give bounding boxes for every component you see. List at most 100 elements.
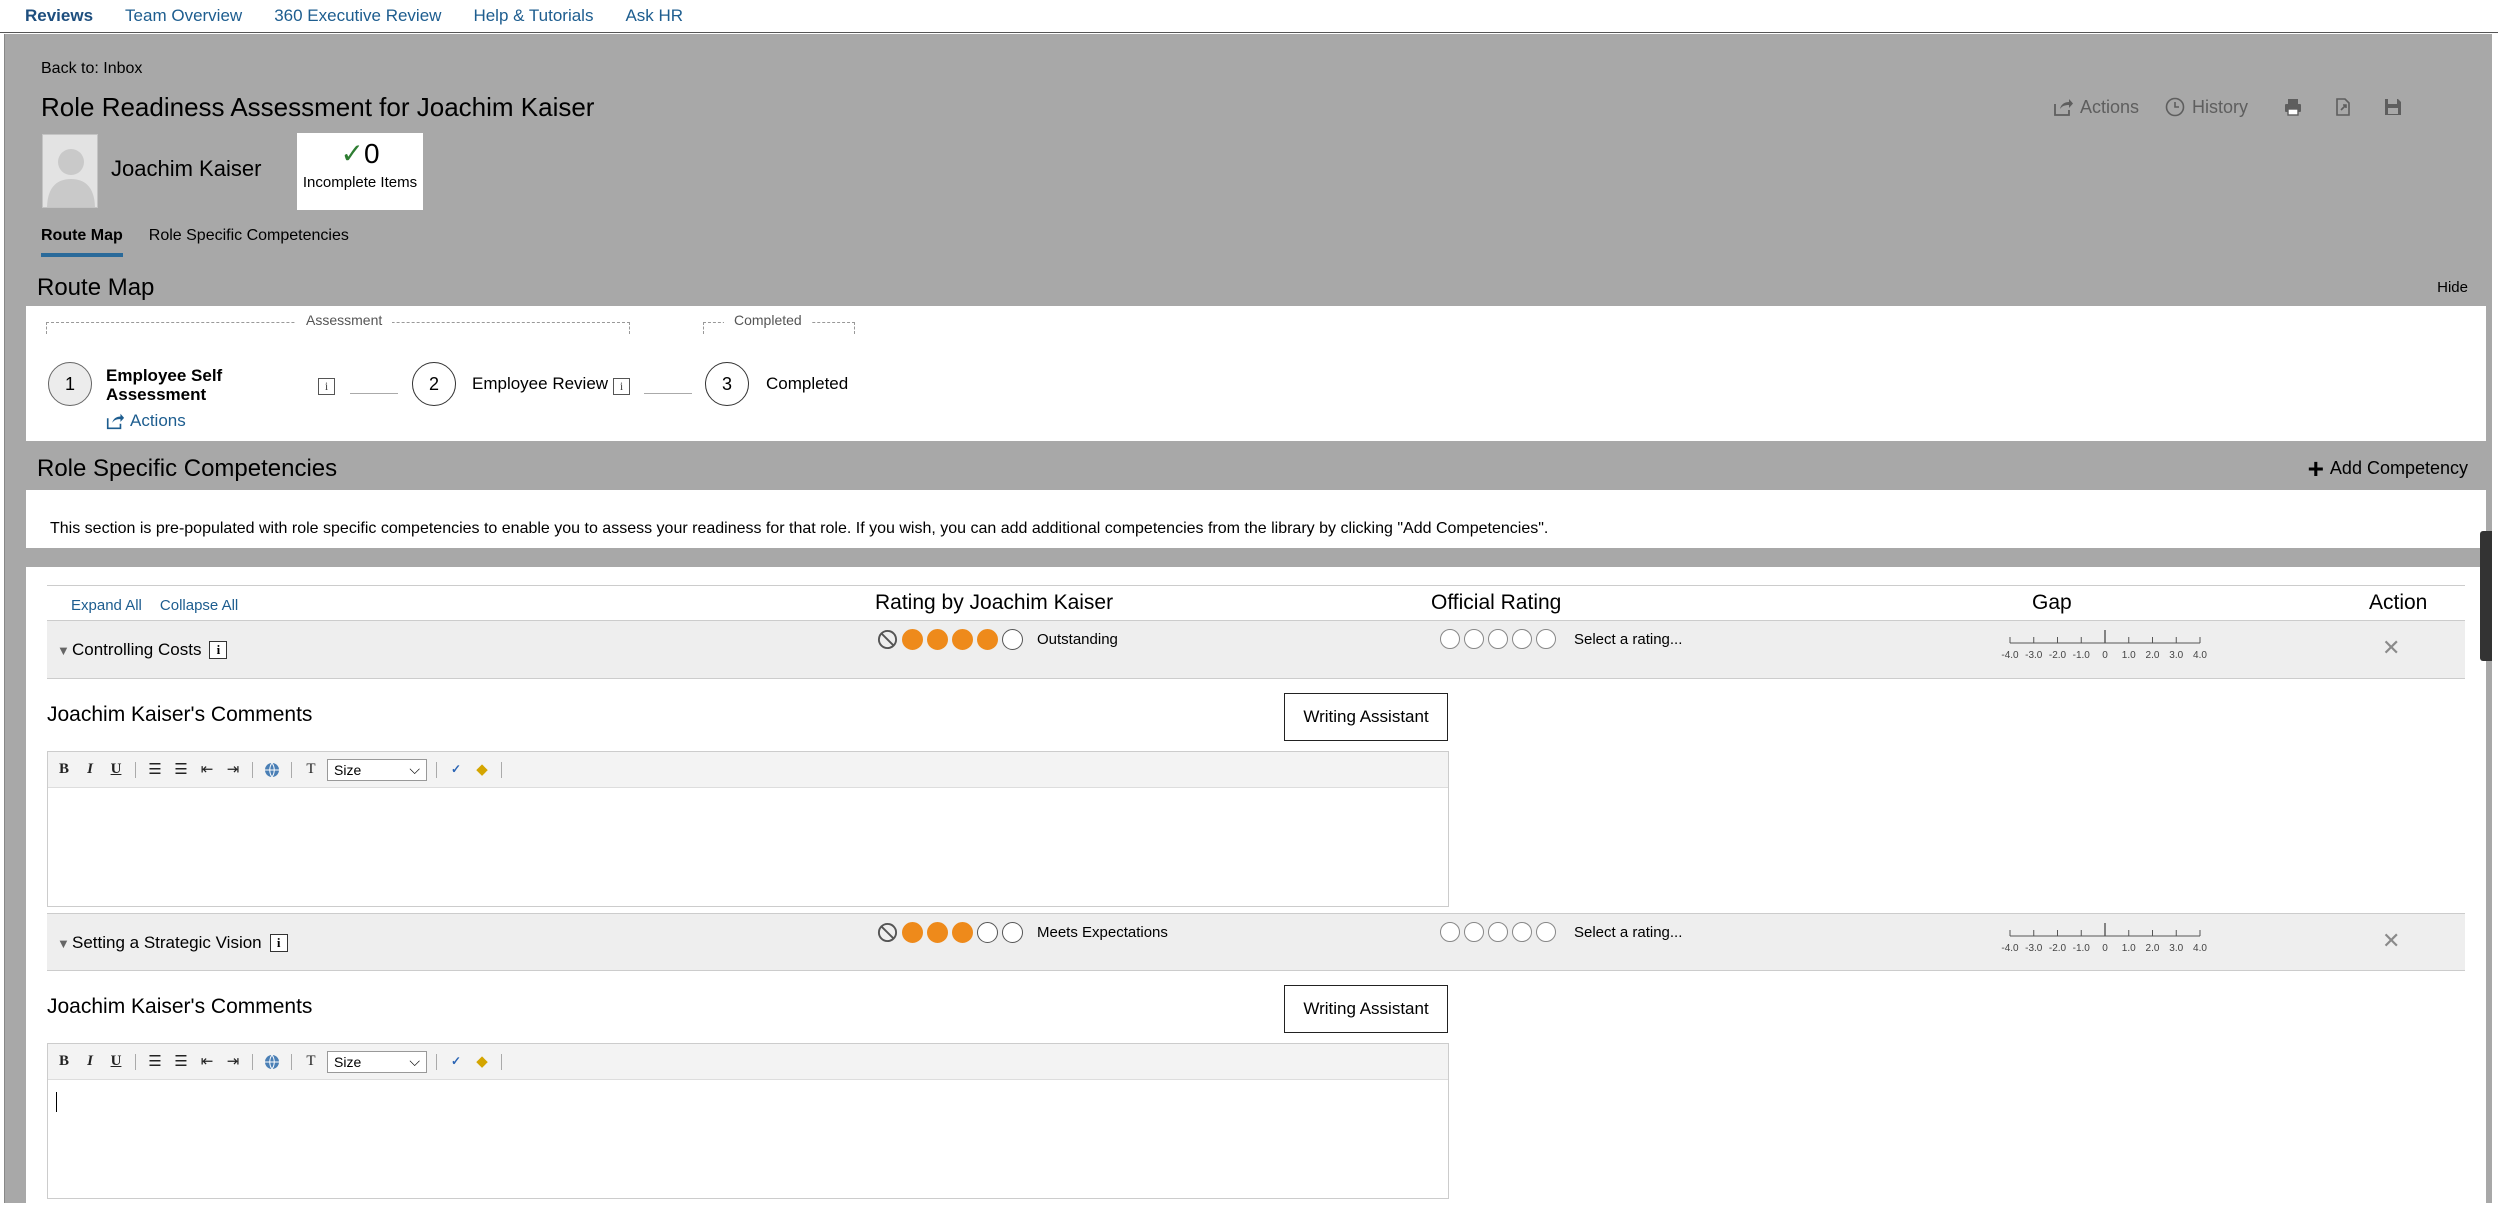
nav-reviews[interactable]: Reviews — [25, 6, 93, 26]
rating-dot[interactable] — [902, 922, 923, 943]
link-globe-icon[interactable] — [262, 760, 282, 780]
bold-icon[interactable]: B — [54, 1052, 74, 1072]
font-size-select[interactable]: Size ⌵ — [327, 758, 427, 781]
tab-route-map[interactable]: Route Map — [41, 227, 123, 257]
spellcheck-icon[interactable]: ✓ — [446, 760, 466, 780]
spellcheck-icon[interactable]: ✓ — [446, 1052, 466, 1072]
numbered-list-icon[interactable]: ☰ — [145, 760, 165, 780]
top-navigation: Reviews Team Overview 360 Executive Revi… — [0, 0, 2498, 33]
bulleted-list-icon[interactable]: ☰ — [171, 1052, 191, 1072]
gap-tick-label: -4.0 — [2001, 943, 2019, 954]
bulleted-list-icon[interactable]: ☰ — [171, 760, 191, 780]
official-rating-dot[interactable] — [1488, 922, 1508, 942]
legal-scan-icon[interactable]: ◆ — [472, 1052, 492, 1072]
incomplete-items-badge[interactable]: ✓0 Incomplete Items — [297, 133, 423, 210]
gap-tick-label: 2.0 — [2146, 943, 2160, 954]
numbered-list-icon[interactable]: ☰ — [145, 1052, 165, 1072]
nav-help-tutorials[interactable]: Help & Tutorials — [473, 6, 593, 26]
official-rating-dot[interactable] — [1440, 922, 1460, 942]
collapse-triangle-icon[interactable]: ▼ — [57, 936, 70, 951]
no-rating-icon[interactable] — [877, 922, 898, 943]
text-cursor — [56, 1092, 57, 1112]
font-size-select[interactable]: Size ⌵ — [327, 1050, 427, 1073]
toolbar-separator — [436, 1053, 437, 1070]
side-panel-handle[interactable] — [2480, 531, 2492, 661]
official-rating-dot[interactable] — [1512, 629, 1532, 649]
back-to-inbox-link[interactable]: Back to: Inbox — [41, 60, 142, 78]
add-competency-button[interactable]: + Add Competency — [2308, 454, 2468, 482]
rating-dot[interactable] — [977, 629, 998, 650]
rating-dot[interactable] — [902, 629, 923, 650]
rating-dot[interactable] — [977, 922, 998, 943]
history-button[interactable]: History — [2164, 96, 2248, 118]
step-1-info-icon[interactable]: i — [318, 378, 335, 395]
legal-scan-icon[interactable]: ◆ — [472, 760, 492, 780]
rating-dot[interactable] — [1002, 922, 1023, 943]
competencies-intro-text: This section is pre-populated with role … — [26, 490, 2486, 548]
step-actions-link[interactable]: Actions — [105, 411, 186, 431]
actions-button[interactable]: Actions — [2052, 96, 2139, 118]
self-rating-control[interactable]: Outstanding — [877, 629, 1118, 650]
outdent-icon[interactable]: ⇤ — [197, 760, 217, 780]
tab-role-specific-competencies[interactable]: Role Specific Competencies — [149, 227, 349, 257]
official-rating-dot[interactable] — [1512, 922, 1532, 942]
italic-icon[interactable]: I — [80, 760, 100, 780]
bold-icon[interactable]: B — [54, 760, 74, 780]
rating-dot[interactable] — [952, 629, 973, 650]
italic-icon[interactable]: I — [80, 1052, 100, 1072]
step-2-info-icon[interactable]: i — [613, 378, 630, 395]
info-icon[interactable]: i — [209, 641, 228, 659]
writing-assistant-button[interactable]: Writing Assistant — [1284, 985, 1448, 1033]
indent-icon[interactable]: ⇥ — [223, 1052, 243, 1072]
info-icon[interactable]: i — [269, 934, 288, 952]
rating-dots — [902, 629, 1023, 650]
rating-dot[interactable] — [927, 629, 948, 650]
hide-route-map-link[interactable]: Hide — [2437, 279, 2468, 296]
toolbar-separator — [135, 1053, 136, 1070]
chevron-down-icon: ⌵ — [409, 1053, 420, 1069]
underline-icon[interactable]: U — [106, 1052, 126, 1072]
remove-competency-icon[interactable]: ✕ — [2382, 928, 2400, 954]
official-rating-dot[interactable] — [1488, 629, 1508, 649]
rating-dot[interactable] — [1002, 629, 1023, 650]
gap-tick-label: 1.0 — [2122, 650, 2136, 661]
text-color-icon[interactable]: T — [301, 760, 321, 780]
expand-all-link[interactable]: Expand All — [71, 597, 142, 614]
clock-icon — [2165, 97, 2185, 117]
underline-icon[interactable]: U — [106, 760, 126, 780]
writing-assistant-button[interactable]: Writing Assistant — [1284, 693, 1448, 741]
step-2-label: Employee Review — [472, 374, 609, 393]
save-button[interactable] — [2382, 96, 2404, 118]
official-rating-dot[interactable] — [1464, 629, 1484, 649]
self-rating-control[interactable]: Meets Expectations — [877, 922, 1168, 943]
export-button[interactable] — [2332, 96, 2354, 118]
collapse-triangle-icon[interactable]: ▼ — [57, 643, 70, 658]
comment-editor[interactable]: B I U ☰ ☰ ⇤ ⇥ T Size ⌵ ✓ ◆ — [47, 1043, 1449, 1199]
official-rating-dot[interactable] — [1440, 629, 1460, 649]
nav-team-overview[interactable]: Team Overview — [125, 6, 242, 26]
share-icon — [2054, 99, 2073, 116]
collapse-all-link[interactable]: Collapse All — [160, 597, 238, 614]
competency-table: Expand All Collapse All Rating by Joachi… — [47, 585, 2465, 1205]
official-rating-dot[interactable] — [1464, 922, 1484, 942]
rating-dot[interactable] — [927, 922, 948, 943]
step-1-label: Employee Self Assessment — [106, 366, 223, 404]
indent-icon[interactable]: ⇥ — [223, 760, 243, 780]
official-rating-dot[interactable] — [1536, 922, 1556, 942]
comment-editor[interactable]: B I U ☰ ☰ ⇤ ⇥ T Size ⌵ ✓ ◆ — [47, 751, 1449, 907]
rating-dot[interactable] — [952, 922, 973, 943]
text-color-icon[interactable]: T — [301, 1052, 321, 1072]
link-globe-icon[interactable] — [262, 1052, 282, 1072]
form-container: Back to: Inbox Role Readiness Assessment… — [4, 34, 2492, 1203]
outdent-icon[interactable]: ⇤ — [197, 1052, 217, 1072]
nav-360-executive-review[interactable]: 360 Executive Review — [274, 6, 441, 26]
nav-ask-hr[interactable]: Ask HR — [625, 6, 683, 26]
form-toolbar: Actions History — [2052, 92, 2452, 122]
official-rating-control[interactable]: Select a rating... — [1440, 629, 1682, 649]
official-rating-control[interactable]: Select a rating... — [1440, 922, 1682, 942]
official-rating-dot[interactable] — [1536, 629, 1556, 649]
remove-competency-icon[interactable]: ✕ — [2382, 635, 2400, 661]
print-button[interactable] — [2282, 96, 2304, 118]
comments-title: Joachim Kaiser's Comments — [47, 995, 313, 1018]
no-rating-icon[interactable] — [877, 629, 898, 650]
